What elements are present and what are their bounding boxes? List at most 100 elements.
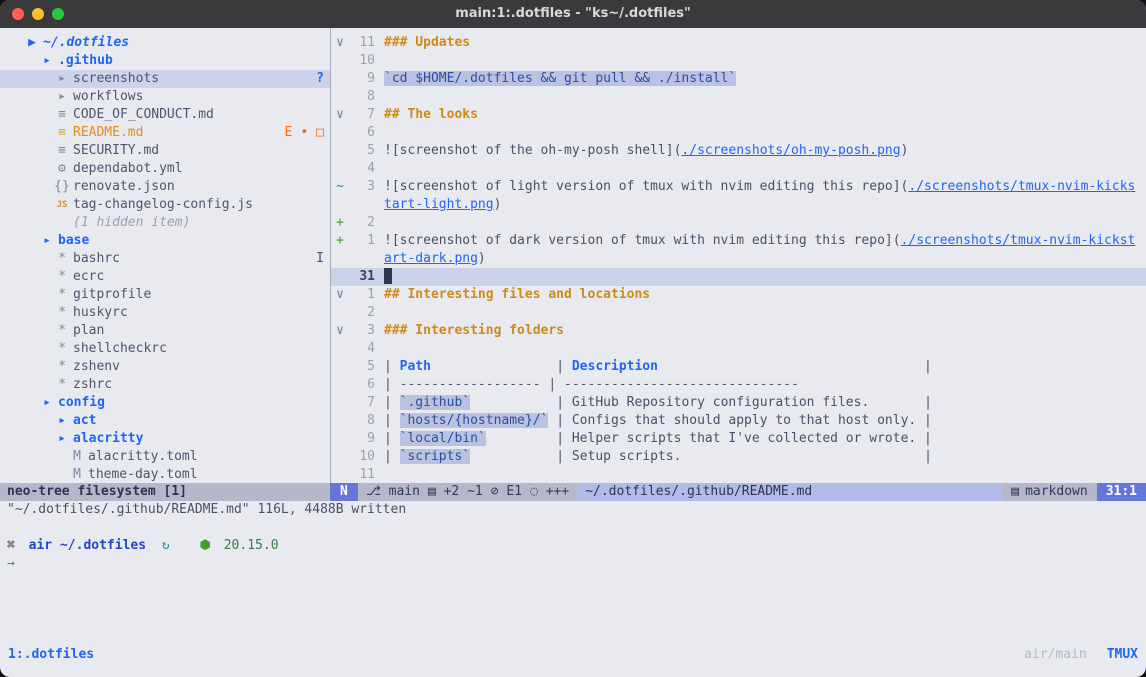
line-number: 4 <box>349 160 375 178</box>
close-button[interactable] <box>12 8 24 20</box>
folder-icon: ▸ <box>54 88 70 106</box>
markdown-link[interactable]: ./screenshots/oh-my-posh.png <box>681 143 900 158</box>
file-icon: * <box>54 250 70 268</box>
gutter-sign: ∨ <box>331 322 349 340</box>
tree-item-label: base <box>58 232 89 250</box>
editor-line[interactable]: +1![screenshot of dark version of tmux w… <box>331 232 1146 268</box>
editor-line[interactable]: ∨3### Interesting folders <box>331 322 1146 340</box>
git-sync-icon: ↻ <box>162 538 170 553</box>
tree-item[interactable]: ▸alacritty <box>0 430 330 448</box>
line-number: 3 <box>349 322 375 340</box>
tmux-pane: ▶~/.dotfiles▸.github▸screenshots?▸workfl… <box>0 28 1146 483</box>
tree-item[interactable]: ≡CODE_OF_CONDUCT.md <box>0 106 330 124</box>
filetype-icon: ▤ <box>1011 483 1019 501</box>
status-badge: • <box>300 124 308 142</box>
status-badge: ? <box>316 70 324 88</box>
file-icon: ⚙ <box>54 160 70 178</box>
file-icon: ≡ <box>54 142 70 160</box>
tree-item-label: act <box>73 412 96 430</box>
editor-line[interactable]: 2 <box>331 304 1146 322</box>
tree-item[interactable]: ▸workflows <box>0 88 330 106</box>
tree-item[interactable]: *zshrc <box>0 376 330 394</box>
editor-line[interactable]: 5| Path | Description | <box>331 358 1146 376</box>
tree-item[interactable]: ▸.github <box>0 52 330 70</box>
line-content: ### Updates <box>384 34 1136 52</box>
minimize-button[interactable] <box>32 8 44 20</box>
line-content: ## Interesting files and locations <box>384 286 1136 304</box>
editor-line[interactable]: 5![screenshot of the oh-my-posh shell](.… <box>331 142 1146 160</box>
status-row: neo-tree filesystem [1] N ⎇ main ▤ +2 ~1… <box>0 483 1146 501</box>
file-icon: * <box>54 268 70 286</box>
editor-line[interactable]: 9`cd $HOME/.dotfiles && git pull && ./in… <box>331 70 1146 88</box>
tree-item[interactable]: *plan <box>0 322 330 340</box>
editor-line[interactable]: 6| ------------------ | ----------------… <box>331 376 1146 394</box>
editor-line[interactable]: ∨1## Interesting files and locations <box>331 286 1146 304</box>
line-content: ![screenshot of light version of tmux wi… <box>384 178 1136 214</box>
editor-line[interactable]: 8 <box>331 88 1146 106</box>
traffic-lights <box>12 0 64 28</box>
tree-item-label: ~/.dotfiles <box>43 34 129 52</box>
file-icon: * <box>54 286 70 304</box>
lualine-statusline: N ⎇ main ▤ +2 ~1 ⊘ E1 ◌ +++ ~/.dotfiles/… <box>330 483 1146 501</box>
line-number: 5 <box>349 358 375 376</box>
tree-item[interactable]: ▸screenshots? <box>0 70 330 88</box>
prompt-path: air ~/.dotfiles <box>29 538 146 553</box>
tree-item[interactable]: *zshenv <box>0 358 330 376</box>
line-number: 9 <box>349 70 375 88</box>
tree-item-label: (1 hidden item) <box>73 214 190 232</box>
statusline-filepath: ~/.dotfiles/.github/README.md <box>577 483 1002 501</box>
tree-item[interactable]: Malacritty.toml <box>0 448 330 466</box>
line-number: 11 <box>349 34 375 52</box>
folder-icon: ▸ <box>54 70 70 88</box>
tree-item[interactable]: *shellcheckrc <box>0 340 330 358</box>
tree-item[interactable]: Mtheme-day.toml <box>0 466 330 483</box>
editor-line[interactable]: ∨7## The looks <box>331 106 1146 124</box>
line-content: | `local/bin` | Helper scripts that I've… <box>384 430 1136 448</box>
line-number: 10 <box>349 448 375 466</box>
editor-line[interactable]: 7| `.github` | GitHub Repository configu… <box>331 394 1146 412</box>
editor-line[interactable]: 31 <box>331 268 1146 286</box>
line-number: 3 <box>349 178 375 196</box>
editor-line[interactable]: ~3![screenshot of light version of tmux … <box>331 178 1146 214</box>
tree-item[interactable]: ▸base <box>0 232 330 250</box>
line-number: 4 <box>349 340 375 358</box>
editor-line[interactable]: ∨11### Updates <box>331 34 1146 52</box>
tree-item[interactable]: ⚙dependabot.yml <box>0 160 330 178</box>
editor-buffer[interactable]: ∨11### Updates109`cd $HOME/.dotfiles && … <box>330 28 1146 483</box>
folder-icon: ▸ <box>54 430 70 448</box>
prompt-arrow-icon: → <box>7 556 15 571</box>
editor-line[interactable]: +2 <box>331 214 1146 232</box>
shell-output: ⌘ air ~/.dotfiles ↻ ⬢ 20.15.0 → <box>0 519 1146 573</box>
tree-item[interactable]: {}renovate.json <box>0 178 330 196</box>
editor-line[interactable]: 6 <box>331 124 1146 142</box>
fullscreen-button[interactable] <box>52 8 64 20</box>
tree-item[interactable]: *huskyrc <box>0 304 330 322</box>
tmux-window-item[interactable]: 1:.dotfiles <box>8 646 94 664</box>
tree-item[interactable]: (1 hidden item) <box>0 214 330 232</box>
tree-item[interactable]: ▶~/.dotfiles <box>0 34 330 52</box>
editor-line[interactable]: 9| `local/bin` | Helper scripts that I'v… <box>331 430 1146 448</box>
editor-line[interactable]: 4 <box>331 340 1146 358</box>
tree-item[interactable]: *ecrc <box>0 268 330 286</box>
tree-item-label: alacritty.toml <box>88 448 198 466</box>
editor-line[interactable]: 10 <box>331 52 1146 70</box>
tree-item[interactable]: *gitprofile <box>0 286 330 304</box>
apple-icon: ⌘ <box>7 538 15 553</box>
line-content <box>384 268 1136 286</box>
editor-line[interactable]: 10| `scripts` | Setup scripts. | <box>331 448 1146 466</box>
editor-line[interactable]: 11 <box>331 466 1146 483</box>
editor-line[interactable]: 8| `hosts/{hostname}/` | Configs that sh… <box>331 412 1146 430</box>
line-number: 1 <box>349 286 375 304</box>
tree-item[interactable]: ≡README.mdE•□ <box>0 124 330 142</box>
tree-item[interactable]: ▸config <box>0 394 330 412</box>
tree-item-label: CODE_OF_CONDUCT.md <box>73 106 214 124</box>
tree-item[interactable]: *bashrcI <box>0 250 330 268</box>
tree-item[interactable]: JStag-changelog-config.js <box>0 196 330 214</box>
tree-item-label: shellcheckrc <box>73 340 167 358</box>
editor-line[interactable]: 4 <box>331 160 1146 178</box>
tree-item[interactable]: ▸act <box>0 412 330 430</box>
cursor <box>384 268 392 284</box>
line-number: 2 <box>349 214 375 232</box>
window-title: main:1:.dotfiles - "ks~/.dotfiles" <box>455 5 691 23</box>
tree-item[interactable]: ≡SECURITY.md <box>0 142 330 160</box>
